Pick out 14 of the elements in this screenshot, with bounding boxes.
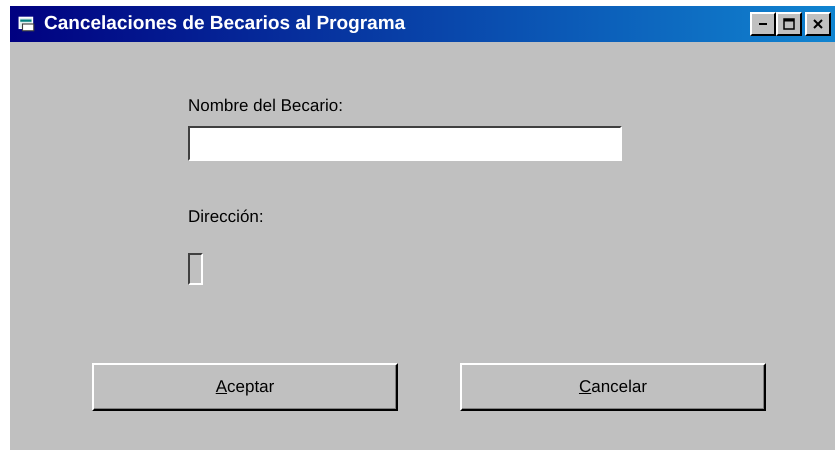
minimize-button[interactable]: [750, 12, 776, 36]
text-field[interactable]: [188, 126, 622, 161]
field-label: Dirección:: [188, 206, 264, 228]
close-icon: [812, 18, 824, 30]
text-field[interactable]: [188, 253, 203, 285]
field-label: Nombre del Becario:: [188, 95, 343, 117]
maximize-icon: [783, 18, 795, 30]
dialog-button[interactable]: Aceptar: [92, 363, 398, 411]
maximize-button[interactable]: [776, 12, 802, 36]
window-title: Cancelaciones de Becarios al Programa: [44, 13, 406, 35]
dialog-button[interactable]: Cancelar: [460, 363, 766, 411]
minimize-icon: [758, 22, 768, 26]
close-button[interactable]: [805, 12, 831, 36]
window-icon: [18, 16, 36, 32]
